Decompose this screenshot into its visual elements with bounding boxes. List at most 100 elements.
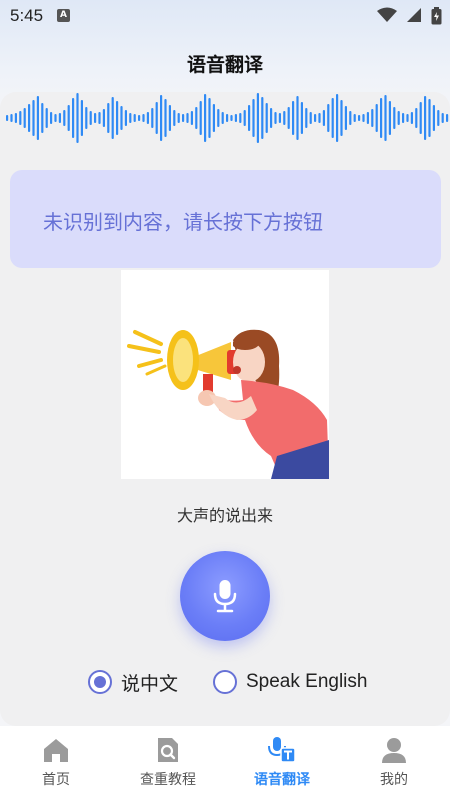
waveform-bar <box>10 114 13 122</box>
waveform-bar <box>164 99 167 137</box>
waveform-bar <box>36 96 39 140</box>
waveform-bar <box>322 110 325 126</box>
status-time: 5:45 <box>10 6 44 25</box>
radio-option-chinese[interactable]: 说中文 <box>88 668 178 696</box>
waveform-bar <box>120 106 123 130</box>
waveform-bar <box>212 104 215 132</box>
waveform-bar <box>94 113 97 123</box>
waveform-bar <box>58 113 61 123</box>
document-search-icon <box>158 738 178 762</box>
waveform-bar <box>265 103 268 133</box>
recognition-status-text: 未识别到内容，请长按下方按钮 <box>43 210 323 234</box>
waveform-bar <box>327 104 330 132</box>
recognition-result-box: 未识别到内容，请长按下方按钮 <box>10 170 441 268</box>
voice-translate-icon <box>268 737 296 763</box>
waveform-bar <box>441 113 444 123</box>
waveform-bar <box>199 101 202 135</box>
waveform-bar <box>89 111 92 125</box>
waveform-bar <box>366 112 369 124</box>
waveform-bar <box>278 113 281 123</box>
waveform-bar <box>432 105 435 131</box>
radio-button-unchecked[interactable] <box>213 670 237 694</box>
waveform-bar <box>437 110 440 126</box>
waveform-bar <box>384 95 387 141</box>
waveform-bar <box>221 112 224 124</box>
waveform-bar <box>168 105 171 131</box>
waveform-bar <box>63 110 66 126</box>
page-title: 语音翻译 <box>186 54 263 76</box>
nav-label: 首页 <box>42 772 70 788</box>
waveform-bar <box>50 112 53 124</box>
waveform-bar <box>274 112 277 124</box>
waveform-bar <box>182 114 185 122</box>
waveform-bar <box>314 114 317 122</box>
waveform-bar <box>353 114 356 122</box>
waveform-bar <box>424 96 427 140</box>
waveform-bar <box>397 111 400 125</box>
radio-option-english[interactable]: Speak English <box>213 668 367 696</box>
waveform-bar <box>23 108 26 128</box>
waveform-bar <box>331 98 334 138</box>
waveform-bar <box>102 109 105 127</box>
waveform-bar <box>309 112 312 124</box>
megaphone-illustration <box>121 270 329 479</box>
waveform-bar <box>270 108 273 128</box>
waveform-bar <box>336 94 339 142</box>
waveform-bar <box>256 93 259 143</box>
waveform-bar <box>208 98 211 138</box>
nav-item-voice-translate[interactable]: 语音翻译 <box>227 736 337 796</box>
waveform-bar <box>146 112 149 124</box>
waveform-bar <box>80 100 83 136</box>
cellular-signal-icon <box>406 8 421 22</box>
record-button[interactable] <box>180 551 270 641</box>
waveform-bar <box>204 94 207 142</box>
radio-label: Speak English <box>246 671 368 692</box>
waveform-bar <box>19 111 22 125</box>
waveform-bar <box>85 107 88 129</box>
nav-item-profile[interactable]: 我的 <box>339 736 449 796</box>
waveform-bar <box>252 99 255 137</box>
nav-item-tutorial[interactable]: 查重教程 <box>113 736 223 796</box>
waveform-bar <box>243 110 246 126</box>
waveform-bar <box>41 103 44 133</box>
waveform-bar <box>151 108 154 128</box>
status-bar: 5:45 A <box>0 0 450 32</box>
nav-label: 语音翻译 <box>254 772 310 788</box>
waveform-bar <box>402 113 405 123</box>
waveform-bar <box>287 107 290 129</box>
waveform-bar <box>76 93 79 143</box>
nav-label: 我的 <box>380 772 408 788</box>
waveform-bar <box>107 103 110 133</box>
home-icon <box>44 739 68 762</box>
waveform-bar <box>195 107 198 129</box>
woman-megaphone-image <box>127 329 329 479</box>
waveform-bar <box>234 114 237 122</box>
waveform-bar <box>380 98 383 138</box>
waveform-bar <box>340 100 343 136</box>
waveform-bar <box>72 98 75 138</box>
bottom-navigation: 首页 查重教程 语音翻译 我的 <box>0 726 450 801</box>
microphone-icon <box>213 580 237 613</box>
waveform-bar <box>393 107 396 129</box>
waveform-bar <box>32 100 35 136</box>
waveform-bar <box>410 112 413 124</box>
waveform-bar <box>177 113 180 123</box>
waveform-bar <box>428 99 431 137</box>
waveform-bar <box>54 114 57 122</box>
waveform-bar <box>296 96 299 140</box>
radio-button-checked[interactable] <box>88 670 112 694</box>
waveform-bar <box>375 104 378 132</box>
waveform-bar <box>419 102 422 134</box>
wifi-icon <box>376 7 397 22</box>
waveform-bar <box>362 114 365 122</box>
waveform-bar <box>124 110 127 126</box>
waveform-bar <box>67 105 70 131</box>
waveform-bar <box>406 114 409 122</box>
waveform-bar <box>129 113 132 123</box>
waveform-bar <box>371 109 374 127</box>
nav-item-home[interactable]: 首页 <box>1 736 111 796</box>
waveform-bar <box>261 97 264 139</box>
waveform-bar <box>305 108 308 128</box>
waveform-bar <box>186 113 189 123</box>
app-notification-icon: A <box>57 9 70 22</box>
